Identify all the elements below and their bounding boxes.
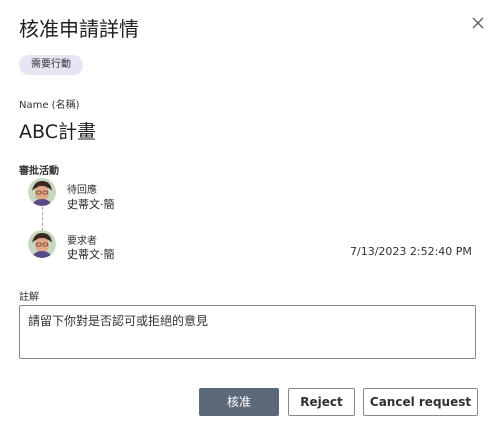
activity-status: 待回應	[67, 185, 97, 196]
timeline-connector	[42, 207, 43, 231]
approval-activity-label: 審批活動	[19, 166, 59, 177]
comments-input[interactable]	[19, 305, 476, 359]
activity-person: 史蒂文·簡	[67, 198, 115, 211]
avatar	[28, 230, 56, 258]
cancel-request-button[interactable]: Cancel request	[363, 388, 478, 416]
dialog-title: 核准申請詳情	[19, 17, 139, 41]
close-button[interactable]	[469, 14, 487, 32]
avatar	[28, 178, 56, 206]
activity-person: 史蒂文·簡	[67, 248, 115, 261]
name-field-label: Name (名稱)	[19, 100, 80, 111]
activity-timestamp: 7/13/2023 2:52:40 PM	[350, 245, 472, 258]
reject-button[interactable]: Reject	[288, 388, 355, 416]
close-icon	[472, 17, 484, 29]
person-avatar-icon	[28, 230, 56, 258]
name-field-value: ABC計畫	[19, 121, 96, 143]
approve-button[interactable]: 核准	[199, 388, 279, 416]
comments-label: 註解	[19, 292, 39, 303]
status-badge: 需要行動	[19, 55, 83, 75]
activity-status: 要求者	[67, 236, 97, 247]
person-avatar-icon	[28, 178, 56, 206]
